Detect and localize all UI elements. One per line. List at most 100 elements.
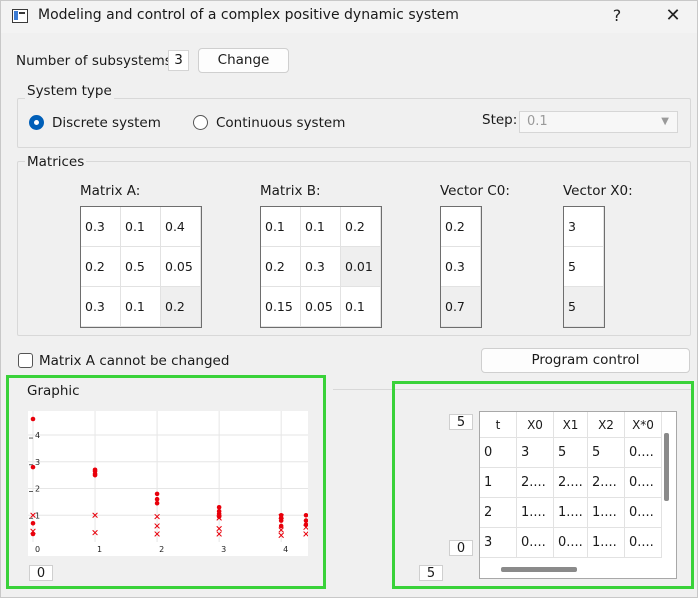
- table-cell[interactable]: 2: [480, 498, 517, 528]
- vector-c0-grid: 0.2 0.3 0.7: [440, 206, 482, 328]
- matrix-b-cell[interactable]: 0.3: [301, 247, 341, 287]
- data-point-dot: [154, 500, 160, 506]
- vector-c0-label: Vector C0:: [440, 183, 510, 199]
- matrix-a-cell[interactable]: 0.3: [81, 207, 121, 247]
- table-cell[interactable]: 2....: [588, 468, 625, 498]
- y-tick-label: 2: [35, 485, 40, 494]
- table-cell[interactable]: 3: [517, 438, 554, 468]
- table-cell[interactable]: 0....: [625, 528, 662, 558]
- chart-svg: 0 1 2 3 4 1 2 3 4: [28, 411, 308, 554]
- y-tick-label: 4: [35, 431, 40, 440]
- data-point-x: [303, 531, 308, 537]
- table-cell[interactable]: 0: [480, 438, 517, 468]
- matrices-title: Matrices: [25, 154, 87, 170]
- vector-x0-cell[interactable]: 5: [564, 247, 604, 287]
- main-window: Modeling and control of a complex positi…: [0, 0, 698, 598]
- graphic-spin-input[interactable]: 0: [29, 565, 53, 581]
- table-cell[interactable]: 1....: [517, 498, 554, 528]
- matrix-a-lock-checkbox[interactable]: [18, 353, 33, 368]
- table-cell[interactable]: 2....: [517, 468, 554, 498]
- matrix-b-cell[interactable]: 0.2: [341, 207, 381, 247]
- matrix-a-cell[interactable]: 0.4: [161, 207, 201, 247]
- vector-c0-cell-selected[interactable]: 0.7: [441, 287, 481, 327]
- x-tick-label: 4: [283, 545, 288, 554]
- data-point-dot: [216, 508, 222, 514]
- close-button[interactable]: ✕: [653, 4, 693, 30]
- step-label: Step:: [482, 112, 518, 128]
- vector-x0-cell[interactable]: 3: [564, 207, 604, 247]
- table-cell[interactable]: 0....: [625, 438, 662, 468]
- matrix-b-grid: 0.1 0.1 0.2 0.2 0.3 0.01 0.15 0.05 0.1: [260, 206, 382, 328]
- vector-c0-cell[interactable]: 0.2: [441, 207, 481, 247]
- data-point-dot: [30, 520, 36, 526]
- table-cell[interactable]: 1: [480, 468, 517, 498]
- subsystems-count-input[interactable]: 3: [168, 50, 189, 71]
- data-point-dot: [154, 496, 160, 502]
- data-point-dot: [30, 416, 36, 422]
- matrix-a-lock-label: Matrix A cannot be changed: [39, 353, 230, 369]
- vector-x0-label: Vector X0:: [563, 183, 633, 199]
- table-header-x1: X1: [554, 412, 588, 438]
- table-mid-spin[interactable]: 0: [449, 540, 473, 556]
- matrix-b-label: Matrix B:: [260, 183, 321, 199]
- table-cell[interactable]: 0....: [517, 528, 554, 558]
- table-horizontal-scrollbar[interactable]: [501, 567, 577, 572]
- matrix-a-cell-selected[interactable]: 0.2: [161, 287, 201, 327]
- matrix-a-label: Matrix A:: [80, 183, 141, 199]
- window-title: Modeling and control of a complex positi…: [38, 7, 459, 23]
- continuous-system-label: Continuous system: [216, 115, 346, 131]
- matrix-b-cell[interactable]: 0.1: [261, 207, 301, 247]
- table-header-xstar0: X*0: [625, 412, 662, 438]
- table-header-t: t: [480, 412, 517, 438]
- scatter-chart: 0 1 2 3 4 1 2 3 4: [28, 411, 308, 556]
- matrix-a-cell[interactable]: 0.3: [81, 287, 121, 327]
- matrix-a-cell[interactable]: 0.05: [161, 247, 201, 287]
- matrix-a-cell[interactable]: 0.1: [121, 207, 161, 247]
- matrix-b-cell[interactable]: 0.1: [301, 207, 341, 247]
- title-bar: Modeling and control of a complex positi…: [1, 1, 697, 33]
- table-header-x0: X0: [517, 412, 554, 438]
- table-cell[interactable]: 5: [554, 438, 588, 468]
- y-tick-label: 1: [35, 511, 40, 520]
- table-cell[interactable]: 0....: [554, 528, 588, 558]
- step-combo[interactable]: 0.1 ▼: [519, 111, 678, 133]
- table-cell[interactable]: 0....: [625, 468, 662, 498]
- vector-x0-grid: 3 5 5: [563, 206, 605, 328]
- table-cell[interactable]: 2....: [554, 468, 588, 498]
- discrete-system-label: Discrete system: [52, 115, 161, 131]
- table-bottom-spin[interactable]: 5: [419, 565, 443, 581]
- step-value: 0.1: [527, 114, 548, 129]
- table-top-spin[interactable]: 5: [449, 414, 473, 430]
- data-point-dot: [154, 491, 160, 497]
- table-cell[interactable]: 3: [480, 528, 517, 558]
- table-cell[interactable]: 1....: [588, 528, 625, 558]
- matrix-b-cell[interactable]: 0.2: [261, 247, 301, 287]
- system-type-title: System type: [25, 83, 114, 99]
- help-button[interactable]: ?: [597, 4, 637, 30]
- x-tick-label: 2: [159, 545, 164, 554]
- app-window-icon: [12, 9, 28, 23]
- table-cell[interactable]: 1....: [588, 498, 625, 528]
- discrete-system-radio[interactable]: [29, 115, 44, 130]
- matrix-b-cell[interactable]: 0.05: [301, 287, 341, 327]
- table-header-x2: X2: [588, 412, 625, 438]
- continuous-system-radio[interactable]: [193, 115, 208, 130]
- table-cell[interactable]: 1....: [554, 498, 588, 528]
- vector-c0-cell[interactable]: 0.3: [441, 247, 481, 287]
- table-vertical-scrollbar[interactable]: [664, 433, 669, 501]
- x-tick-label: 1: [97, 545, 102, 554]
- matrix-b-cell-selected[interactable]: 0.01: [341, 247, 381, 287]
- change-button[interactable]: Change: [198, 48, 289, 73]
- program-control-button[interactable]: Program control: [481, 348, 690, 373]
- vector-x0-cell-selected[interactable]: 5: [564, 287, 604, 327]
- table-cell[interactable]: 5: [588, 438, 625, 468]
- table-cell[interactable]: 0....: [625, 498, 662, 528]
- data-point-dot: [278, 523, 284, 529]
- graphic-title: Graphic: [27, 383, 80, 399]
- matrix-a-cell[interactable]: 0.2: [81, 247, 121, 287]
- matrix-b-cell[interactable]: 0.15: [261, 287, 301, 327]
- matrix-a-cell[interactable]: 0.1: [121, 287, 161, 327]
- y-tick-label: 3: [35, 458, 40, 467]
- matrix-a-cell[interactable]: 0.5: [121, 247, 161, 287]
- matrix-b-cell[interactable]: 0.1: [341, 287, 381, 327]
